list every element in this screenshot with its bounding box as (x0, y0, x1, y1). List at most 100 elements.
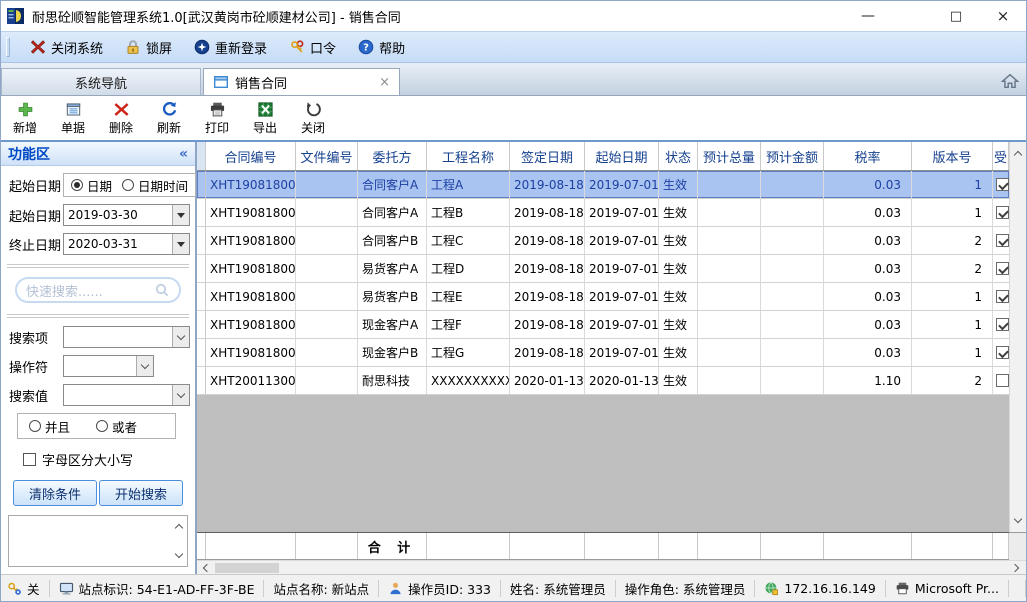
menu-item-relogin[interactable]: 重新登录 (183, 34, 278, 60)
scroll-right-icon[interactable] (1011, 563, 1019, 571)
end-date-select[interactable]: 2020-03-31 (63, 233, 190, 255)
table-row[interactable]: XHT1908180001合同客户A工程A2019-08-182019-07-0… (197, 171, 1009, 199)
clear-conditions-button[interactable]: 清除条件 (13, 480, 97, 506)
operator-select[interactable] (63, 355, 154, 377)
horizontal-scrollbar[interactable] (197, 560, 1026, 574)
dropdown-arrow-icon[interactable] (172, 205, 189, 225)
dropdown-arrow-icon[interactable] (172, 327, 189, 347)
cell: 生效 (659, 227, 698, 254)
table-empty-area (197, 395, 1009, 532)
cell: 合同客户A (358, 199, 427, 226)
radio-date-icon[interactable] (71, 179, 83, 191)
scroll-up-icon[interactable] (1014, 151, 1022, 159)
row-checkbox[interactable] (996, 262, 1009, 275)
print-button[interactable]: 打印 (201, 101, 233, 136)
radio-and[interactable]: 并且 (29, 417, 70, 436)
row-checkbox[interactable] (996, 234, 1009, 247)
search-item-select[interactable] (63, 326, 190, 348)
row-checkbox[interactable] (996, 374, 1009, 387)
vertical-scrollbar[interactable] (1009, 142, 1026, 532)
cell: 2019-07-01 (585, 283, 659, 310)
listbox-scrollbar[interactable] (171, 516, 187, 566)
row-checkbox[interactable] (996, 290, 1009, 303)
menu-label: 帮助 (379, 38, 405, 57)
cell (296, 227, 358, 254)
table-row[interactable]: XHT1908180007现金客户B工程G2019-08-182019-07-0… (197, 339, 1009, 367)
case-sensitive-checkbox[interactable] (23, 453, 36, 466)
case-sensitive-row[interactable]: 字母区分大小写 (23, 450, 190, 469)
tab-system-nav[interactable]: 系统导航 (1, 68, 201, 95)
col-header[interactable]: 文件编号 (296, 142, 358, 170)
scroll-down-icon[interactable] (1014, 515, 1022, 523)
radio-datetime[interactable]: 日期时间 (122, 176, 188, 195)
col-header[interactable]: 合同编号 (206, 142, 296, 170)
col-header[interactable]: 委托方 (358, 142, 427, 170)
main-area: 功能区 « 起始日期 日期 日期时间 (1, 142, 1026, 574)
col-header[interactable]: 受 (993, 142, 1009, 170)
refresh-button[interactable]: 刷新 (153, 101, 185, 136)
col-header[interactable]: 工程名称 (427, 142, 510, 170)
tab-sales-contract[interactable]: 销售合同 × (203, 68, 400, 95)
row-checkbox[interactable] (996, 346, 1009, 359)
scroll-left-icon[interactable] (203, 563, 211, 571)
scrollbar-thumb[interactable] (215, 563, 279, 573)
close-button[interactable]: × (988, 7, 1018, 25)
col-header[interactable]: 起始日期 (585, 142, 659, 170)
row-checkbox[interactable] (996, 178, 1009, 191)
home-icon[interactable] (1001, 72, 1019, 90)
col-header[interactable]: 预计金额 (761, 142, 824, 170)
menu-item-password[interactable]: 口令 (278, 34, 347, 60)
start-search-button[interactable]: 开始搜索 (99, 480, 183, 506)
col-header[interactable]: 税率 (824, 142, 912, 170)
cell: 2019-08-18 (510, 255, 585, 282)
cell (993, 339, 1009, 366)
scroll-up-icon[interactable] (175, 524, 183, 532)
table-row[interactable]: XHT1908180006现金客户A工程F2019-08-182019-07-0… (197, 311, 1009, 339)
summary-row: 合 计 (197, 532, 1009, 560)
radio-or[interactable]: 或者 (96, 417, 137, 436)
cell: 2020-01-13 (510, 367, 585, 394)
add-button[interactable]: 新增 (9, 101, 41, 136)
maximize-button[interactable]: □ (941, 9, 971, 24)
delete-button[interactable]: 删除 (105, 101, 137, 136)
collapse-sidebar-icon[interactable]: « (179, 146, 188, 162)
summary-cell (427, 533, 510, 559)
export-button[interactable]: 导出 (249, 101, 281, 136)
cell (993, 283, 1009, 310)
menu-item-close-system[interactable]: 关闭系统 (19, 34, 114, 60)
col-header[interactable]: 版本号 (912, 142, 993, 170)
quick-search-input[interactable]: 快速搜索...... (15, 277, 181, 303)
row-checkbox[interactable] (996, 318, 1009, 331)
conditions-listbox[interactable] (8, 515, 188, 567)
search-value-label: 搜索值 (6, 386, 63, 405)
cell: 2019-07-01 (585, 171, 659, 198)
dropdown-arrow-icon[interactable] (172, 234, 189, 254)
menu-item-help[interactable]: ? 帮助 (347, 34, 416, 60)
dropdown-arrow-icon[interactable] (136, 356, 153, 376)
radio-datetime-icon[interactable] (122, 179, 134, 191)
search-value-select[interactable] (63, 384, 190, 406)
table-row[interactable]: XHT1908180004易货客户A工程D2019-08-182019-07-0… (197, 255, 1009, 283)
radio-and-icon[interactable] (29, 420, 41, 432)
tab-close-icon[interactable]: × (379, 76, 390, 89)
voucher-button[interactable]: 单据 (57, 101, 89, 136)
table-row[interactable]: XHT1908180002合同客户A工程B2019-08-182019-07-0… (197, 199, 1009, 227)
radio-or-icon[interactable] (96, 420, 108, 432)
table-row[interactable]: XHT1908180005易货客户B工程E2019-08-182019-07-0… (197, 283, 1009, 311)
col-header[interactable]: 状态 (659, 142, 698, 170)
table-row[interactable]: XHT1908180003合同客户B工程C2019-08-182019-07-0… (197, 227, 1009, 255)
row-checkbox[interactable] (996, 206, 1009, 219)
table-row[interactable]: XHT2001130001耐思科技XXXXXXXXXXX2020-01-1320… (197, 367, 1009, 395)
summary-cell (824, 533, 912, 559)
radio-date[interactable]: 日期 (71, 176, 112, 195)
dropdown-arrow-icon[interactable] (172, 385, 189, 405)
start-date-select[interactable]: 2019-03-30 (63, 204, 190, 226)
close-view-button[interactable]: 关闭 (297, 101, 329, 136)
minimize-button[interactable]: — (853, 8, 883, 24)
svg-text:?: ? (363, 43, 369, 54)
col-header[interactable]: 签定日期 (510, 142, 585, 170)
menu-item-lock-screen[interactable]: 锁屏 (114, 34, 183, 60)
col-header[interactable]: 预计总量 (698, 142, 761, 170)
refresh-icon (161, 101, 178, 118)
scroll-down-icon[interactable] (175, 550, 183, 558)
